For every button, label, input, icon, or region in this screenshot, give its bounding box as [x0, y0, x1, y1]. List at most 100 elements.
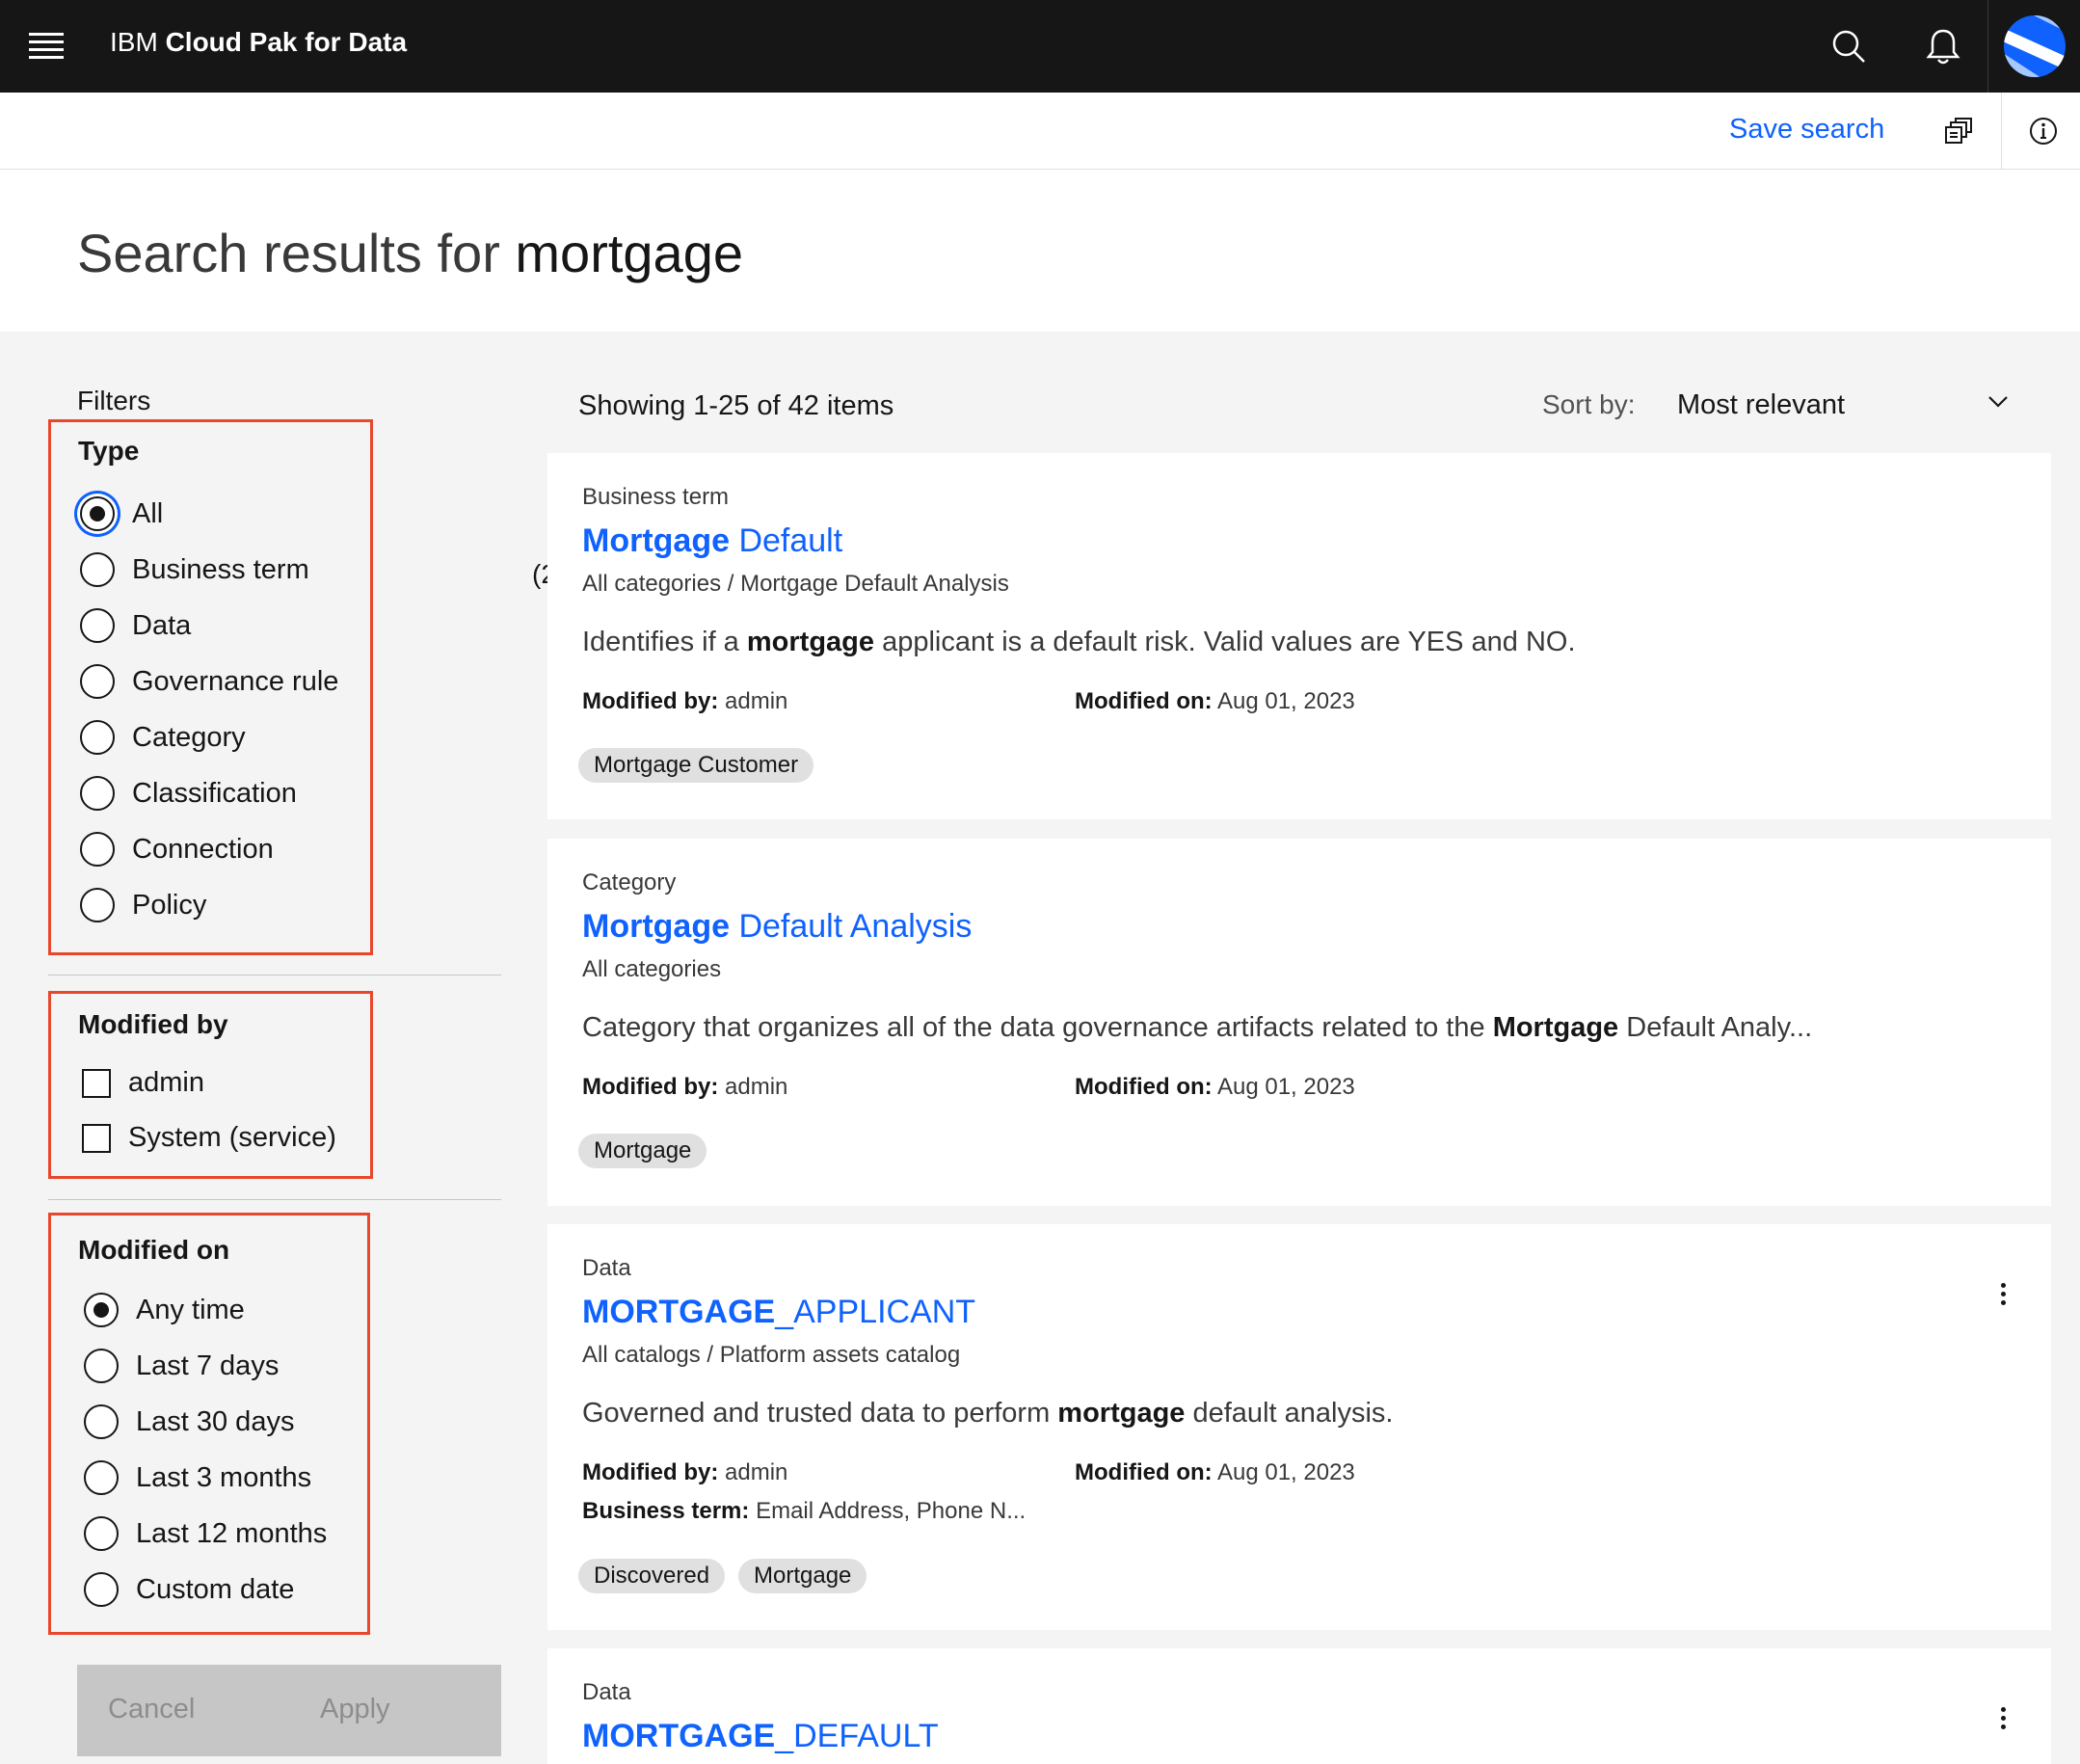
sort-dropdown[interactable]: Most relevant: [1677, 389, 2009, 428]
type-option-label: Policy: [132, 889, 207, 921]
desc-highlight: mortgage: [746, 627, 875, 657]
top-bar: IBM Cloud Pak for Data: [0, 0, 2080, 93]
result-title-link[interactable]: Mortgage Default Analysis: [582, 908, 972, 946]
info-icon[interactable]: [2020, 108, 2067, 154]
modified-on-meta: Modified on: Aug 01, 2023: [1075, 1459, 1355, 1486]
meta-value: Aug 01, 2023: [1216, 1074, 1355, 1100]
filter-divider: [48, 975, 501, 976]
brand-prefix: IBM: [110, 27, 158, 57]
radio-button[interactable]: [80, 552, 115, 587]
title-rest: _APPLICANT: [775, 1294, 976, 1330]
modified-on-option-last-30-days[interactable]: Last 30 days: [84, 1404, 294, 1439]
chevron-down-icon: [1988, 396, 2008, 408]
search-icon[interactable]: [1822, 19, 1876, 73]
title-highlight: Mortgage: [582, 908, 730, 945]
type-option-policy[interactable]: Policy: [80, 888, 206, 922]
result-path: All catalogs / Platform assets catalog: [582, 1342, 961, 1368]
overflow-menu-icon[interactable]: [1984, 1274, 2022, 1313]
result-card: Data MORTGAGE_APPLICANT All catalogs / P…: [547, 1224, 2051, 1630]
saved-searches-icon[interactable]: [1935, 108, 1982, 154]
product-name[interactable]: IBM Cloud Pak for Data: [110, 27, 407, 58]
type-option-data[interactable]: Data: [80, 608, 191, 643]
radio-button[interactable]: [80, 776, 115, 811]
radio-button[interactable]: [84, 1460, 119, 1495]
save-search-link[interactable]: Save search: [1729, 114, 1884, 146]
radio-button[interactable]: [80, 664, 115, 699]
checkbox[interactable]: [82, 1123, 111, 1153]
type-option-label: Data: [132, 609, 192, 641]
tag[interactable]: Mortgage Customer: [578, 748, 814, 783]
result-path: All categories / Mortgage Default Analys…: [582, 571, 1009, 597]
radio-button-checked[interactable]: [84, 1293, 119, 1327]
meta-value: Email Address, Phone N...: [756, 1498, 1027, 1524]
result-path: All categories: [582, 956, 722, 982]
tag[interactable]: Mortgage: [578, 1134, 707, 1168]
sort-label: Sort by:: [1542, 389, 1636, 419]
desc-text: default analysis.: [1185, 1398, 1394, 1429]
tag[interactable]: Discovered: [578, 1559, 726, 1593]
modified-on-option-label: Last 12 months: [136, 1517, 328, 1549]
type-option-connection[interactable]: Connection: [80, 832, 274, 867]
modified-on-option-label: Last 30 days: [136, 1405, 295, 1437]
checkbox[interactable]: [82, 1068, 111, 1098]
type-option-label: Business term: [132, 553, 309, 585]
modified-on-option-custom-date[interactable]: Custom date: [84, 1572, 294, 1607]
user-avatar-button[interactable]: [1987, 0, 2080, 93]
result-title-link[interactable]: MORTGAGE_APPLICANT: [582, 1294, 975, 1331]
modified-by-option-system[interactable]: System (service): [82, 1122, 336, 1154]
type-option-all[interactable]: All: [80, 496, 163, 531]
radio-button[interactable]: [84, 1572, 119, 1607]
modified-on-option-last-12-months[interactable]: Last 12 months: [84, 1516, 327, 1551]
type-option-business-term[interactable]: Business term: [80, 552, 309, 587]
type-option-classification[interactable]: Classification: [80, 776, 297, 811]
result-description: Governed and trusted data to perform mor…: [582, 1398, 1393, 1430]
radio-button[interactable]: [84, 1349, 119, 1383]
result-card: Data MORTGAGE_DEFAULT: [547, 1648, 2051, 1764]
title-highlight: MORTGAGE: [582, 1294, 776, 1330]
desc-text: applicant is a default risk. Valid value…: [874, 627, 1576, 657]
type-option-label: Classification: [132, 777, 297, 809]
menu-icon[interactable]: [29, 33, 64, 59]
radio-button[interactable]: [84, 1404, 119, 1439]
meta-value: admin: [725, 688, 788, 714]
modified-on-filter-group: Modified on Any time Last 7 days Last 30…: [48, 1213, 370, 1635]
title-rest: _DEFAULT: [775, 1718, 939, 1754]
brand-name: Cloud Pak for Data: [165, 27, 408, 57]
tag[interactable]: Mortgage: [738, 1559, 867, 1593]
modified-on-option-last-7-days[interactable]: Last 7 days: [84, 1349, 279, 1383]
radio-button[interactable]: [80, 720, 115, 755]
title-highlight: MORTGAGE: [582, 1718, 776, 1754]
filter-divider: [48, 1199, 501, 1200]
title-area: Search results for mortgage: [0, 170, 2080, 332]
modified-by-filter-title: Modified by: [78, 1009, 228, 1039]
modified-on-option-last-3-months[interactable]: Last 3 months: [84, 1460, 311, 1495]
type-option-category[interactable]: Category: [80, 720, 246, 755]
cancel-button[interactable]: Cancel: [108, 1694, 195, 1725]
notification-bell-icon[interactable]: [1916, 19, 1970, 73]
type-option-governance-rule[interactable]: Governance rule: [80, 664, 338, 699]
result-card: Category Mortgage Default Analysis All c…: [547, 839, 2051, 1206]
divider: [2001, 93, 2002, 170]
result-title-link[interactable]: MORTGAGE_DEFAULT: [582, 1718, 939, 1755]
result-type: Category: [582, 869, 677, 895]
modified-on-option-label: Custom date: [136, 1573, 295, 1605]
overflow-menu-icon[interactable]: [1984, 1698, 2022, 1737]
radio-button[interactable]: [80, 832, 115, 867]
radio-button-checked[interactable]: [80, 496, 115, 531]
radio-button[interactable]: [84, 1516, 119, 1551]
meta-label: Modified by:: [582, 688, 719, 714]
result-title-link[interactable]: Mortgage Default: [582, 522, 842, 560]
modified-by-option-admin[interactable]: admin: [82, 1067, 204, 1099]
desc-highlight: mortgage: [1057, 1398, 1186, 1429]
modified-by-meta: Modified by: admin: [582, 1074, 787, 1101]
apply-button[interactable]: Apply: [320, 1694, 390, 1725]
result-description: Category that organizes all of the data …: [582, 1012, 1812, 1044]
radio-button[interactable]: [80, 888, 115, 922]
type-option-label: Category: [132, 721, 246, 753]
modified-on-option-any-time[interactable]: Any time: [84, 1293, 245, 1327]
page-title: Search results for mortgage: [77, 222, 743, 284]
meta-label: Modified on:: [1075, 688, 1213, 714]
meta-value: admin: [725, 1074, 788, 1100]
result-type: Business term: [582, 484, 730, 510]
radio-button[interactable]: [80, 608, 115, 643]
